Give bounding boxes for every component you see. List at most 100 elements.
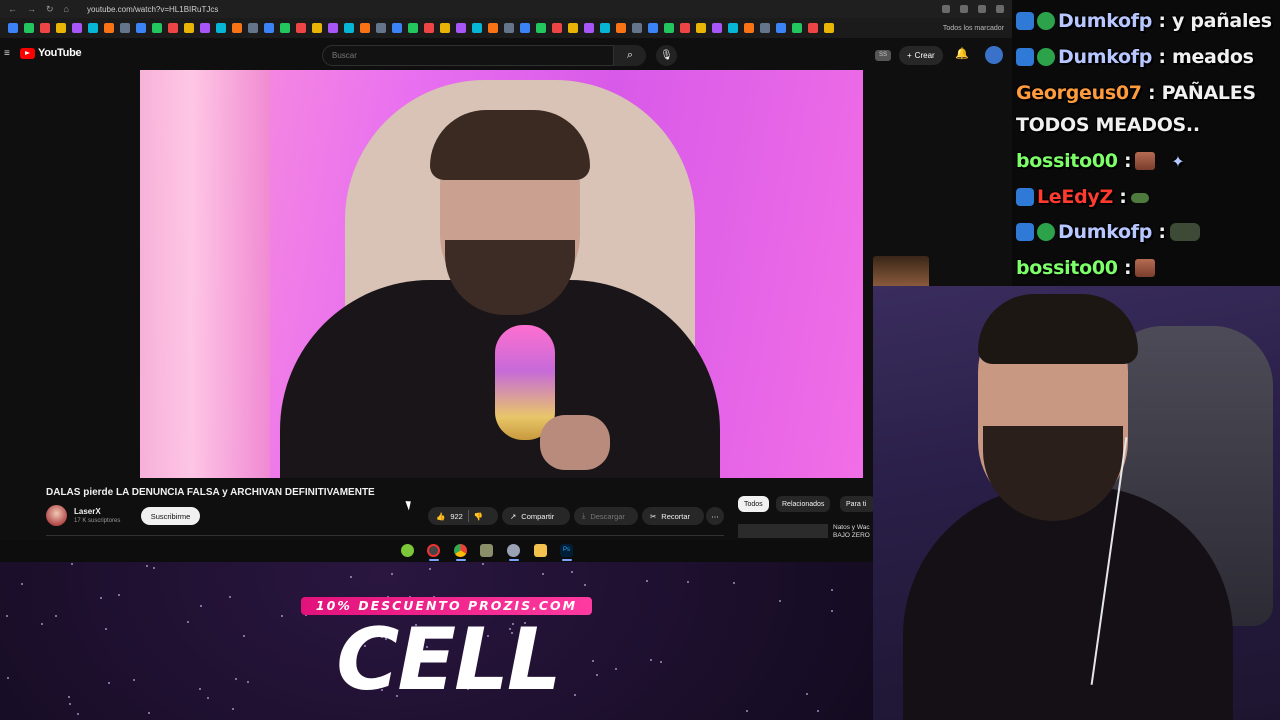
chat-username: Georgeus07 (1016, 82, 1142, 104)
bookmark-favicon-icon[interactable] (392, 23, 402, 33)
chip-todos[interactable]: Todos (738, 496, 769, 512)
bookmark-favicon-icon[interactable] (776, 23, 786, 33)
url-text[interactable]: youtube.com/watch?v=HL1BIRuTJcs (87, 5, 218, 14)
profile-icon[interactable] (996, 5, 1004, 13)
bookmark-favicon-icon[interactable] (120, 23, 130, 33)
bookmark-favicon-icon[interactable] (104, 23, 114, 33)
bookmark-favicon-icon[interactable] (376, 23, 386, 33)
chip-para-ti[interactable]: Para ti (840, 496, 876, 512)
like-icon[interactable]: 👍 (436, 512, 445, 521)
bookmark-favicon-icon[interactable] (360, 23, 370, 33)
bookmark-favicon-icon[interactable] (264, 23, 274, 33)
all-bookmarks-link[interactable]: Todos los marcador (943, 25, 1004, 32)
bookmark-favicon-icon[interactable] (88, 23, 98, 33)
back-icon[interactable]: ← (8, 4, 17, 14)
search-input[interactable]: Buscar (322, 45, 614, 66)
bookmark-favicon-icon[interactable] (24, 23, 34, 33)
voice-search-button[interactable]: 🎙 (656, 45, 677, 66)
video-player[interactable] (140, 70, 863, 478)
taskbar-app-icon[interactable] (427, 544, 440, 557)
bookmark-favicon-icon[interactable] (712, 23, 722, 33)
bookmark-favicon-icon[interactable] (824, 23, 834, 33)
taskbar-app-icon[interactable] (507, 544, 520, 557)
channel-name[interactable]: LaserX (74, 507, 101, 516)
bookmark-favicon-icon[interactable] (56, 23, 66, 33)
bookmark-favicon-icon[interactable] (296, 23, 306, 33)
bookmark-favicon-icon[interactable] (504, 23, 514, 33)
recommended-title[interactable]: Natos y Wac BAJO ZERO (833, 524, 878, 540)
dislike-icon[interactable]: 👎 (474, 512, 483, 521)
bookmark-favicon-icon[interactable] (616, 23, 626, 33)
account-avatar[interactable] (985, 46, 1003, 64)
star-icon[interactable] (960, 5, 968, 13)
bookmark-favicon-icon[interactable] (312, 23, 322, 33)
bookmark-favicon-icon[interactable] (584, 23, 594, 33)
bookmark-favicon-icon[interactable] (472, 23, 482, 33)
forward-icon[interactable]: → (27, 4, 36, 14)
bookmark-favicon-icon[interactable] (696, 23, 706, 33)
bookmark-favicon-icon[interactable] (808, 23, 818, 33)
search-button[interactable]: ⌕ (614, 45, 646, 66)
address-bar[interactable]: ← → ↻ ⌂ youtube.com/watch?v=HL1BIRuTJcs (0, 0, 1012, 18)
bookmark-favicon-icon[interactable] (600, 23, 610, 33)
bookmark-favicon-icon[interactable] (760, 23, 770, 33)
hamburger-menu-icon[interactable]: ≡ (4, 48, 20, 59)
like-count[interactable]: 922 (450, 512, 463, 521)
bookmark-favicon-icon[interactable] (424, 23, 434, 33)
extension-icon[interactable] (942, 5, 950, 13)
create-button[interactable]: + Crear (899, 46, 943, 65)
bookmark-favicon-icon[interactable] (792, 23, 802, 33)
bookmark-favicon-icon[interactable] (632, 23, 642, 33)
chrome-taskbar-icon[interactable] (454, 544, 467, 557)
bookmark-favicon-icon[interactable] (248, 23, 258, 33)
bookmark-favicon-icon[interactable] (520, 23, 530, 33)
bookmark-favicon-icon[interactable] (568, 23, 578, 33)
bookmark-favicon-icon[interactable] (280, 23, 290, 33)
photoshop-icon[interactable]: Ps (560, 544, 573, 557)
bookmark-favicon-icon[interactable] (216, 23, 226, 33)
bookmark-favicon-icon[interactable] (680, 23, 690, 33)
reload-icon[interactable]: ↻ (46, 4, 54, 15)
download-button[interactable]: ⤓ Descargar (574, 507, 638, 525)
extension-icon[interactable] (978, 5, 986, 13)
bookmark-favicon-icon[interactable] (344, 23, 354, 33)
bookmark-favicon-icon[interactable] (168, 23, 178, 33)
bookmark-favicon-icon[interactable] (408, 23, 418, 33)
bookmark-favicon-icon[interactable] (664, 23, 674, 33)
bookmark-favicon-icon[interactable] (488, 23, 498, 33)
bookmark-favicon-icon[interactable] (440, 23, 450, 33)
star-dot (229, 596, 231, 598)
home-icon[interactable]: ⌂ (64, 4, 69, 14)
bookmark-favicon-icon[interactable] (728, 23, 738, 33)
bookmark-favicon-icon[interactable] (40, 23, 50, 33)
extension-badge[interactable]: SS (875, 50, 891, 61)
bookmark-favicon-icon[interactable] (152, 23, 162, 33)
more-actions-button[interactable]: ⋯ (706, 507, 724, 525)
file-explorer-icon[interactable] (534, 544, 547, 557)
taskbar-app-icon[interactable] (480, 544, 493, 557)
chip-relacionados[interactable]: Relacionados (776, 496, 831, 512)
notifications-bell-icon[interactable]: 🔔 (955, 47, 969, 60)
bookmark-favicon-icon[interactable] (744, 23, 754, 33)
bookmark-favicon-icon[interactable] (536, 23, 546, 33)
bookmark-favicon-icon[interactable] (552, 23, 562, 33)
star-dot (584, 584, 586, 586)
share-button[interactable]: ↗ Compartir (502, 507, 570, 525)
clip-button[interactable]: ✂ Recortar (642, 507, 704, 525)
recommended-thumbnail[interactable] (738, 524, 828, 538)
taskbar-app-icon[interactable] (401, 544, 414, 557)
bookmark-favicon-icon[interactable] (72, 23, 82, 33)
bookmark-favicon-icon[interactable] (232, 23, 242, 33)
bookmark-favicon-icon[interactable] (328, 23, 338, 33)
bookmark-favicon-icon[interactable] (456, 23, 466, 33)
channel-avatar[interactable] (46, 505, 67, 526)
youtube-logo[interactable]: YouTube (20, 47, 82, 59)
bookmark-favicon-icon[interactable] (8, 23, 18, 33)
bookmark-favicon-icon[interactable] (184, 23, 194, 33)
bookmark-favicon-icon[interactable] (136, 23, 146, 33)
subscribe-button[interactable]: Suscribirme (141, 507, 200, 525)
bookmark-favicon-icon[interactable] (200, 23, 210, 33)
download-icon: ⤓ (582, 511, 586, 520)
chat-message: bossito00 : ✦ (1016, 150, 1185, 172)
bookmark-favicon-icon[interactable] (648, 23, 658, 33)
